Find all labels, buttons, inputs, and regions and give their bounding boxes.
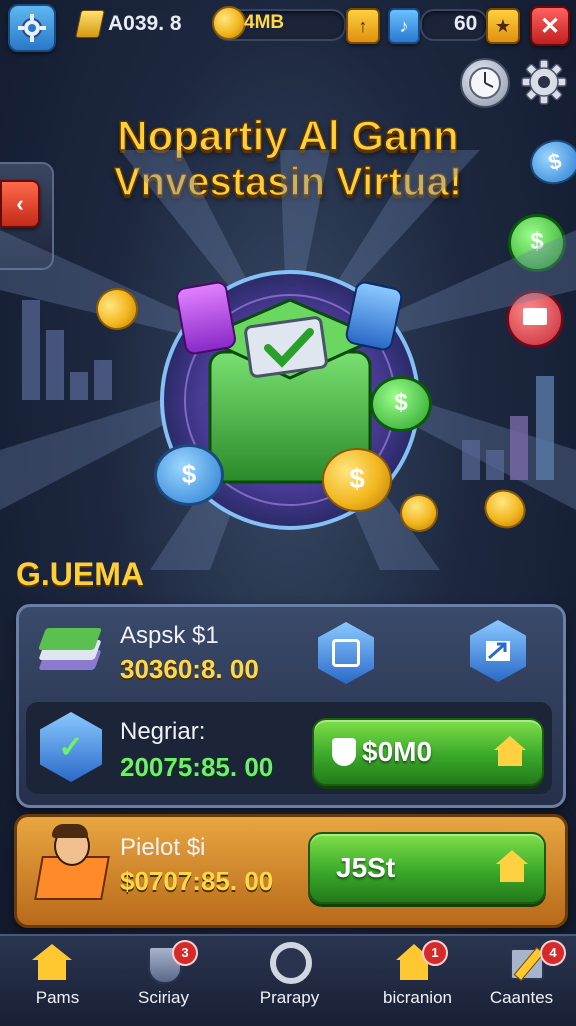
star-icon: ★ (494, 15, 512, 36)
card-2-button-label: $0M0 (362, 736, 433, 767)
card-3-action-button[interactable]: J5St (308, 832, 546, 904)
balance-2-text: 4MB (244, 12, 285, 33)
trend-arrow-icon (486, 641, 510, 661)
green-dollar-coin-icon: $ (370, 376, 432, 432)
nav-item-bicranion[interactable]: 1 bicranion (360, 936, 475, 1026)
count-text: 60 (454, 12, 478, 35)
nav-item-sciriay[interactable]: 3 Sciriay (106, 936, 221, 1026)
card-3-value: $0707:85. 00 (120, 866, 274, 896)
shield-icon (332, 738, 356, 766)
nav-label: Prarapy (259, 988, 320, 1007)
timer-icon (332, 639, 360, 667)
notification-badge: 1 (422, 940, 448, 966)
nav-label: Caantes (489, 988, 554, 1007)
gear-icon (18, 14, 46, 42)
nav-item-pams[interactable]: Pams (0, 936, 115, 1026)
card-2-label: Negriar: (120, 718, 206, 745)
arrow-up-icon: ↑ (358, 15, 368, 36)
house-icon (494, 736, 526, 750)
nav-item-prarapy[interactable]: Prarapy (232, 936, 347, 1026)
ring-icon (270, 942, 312, 984)
music-button[interactable]: ♪ (388, 8, 420, 44)
section-title: G.UEMA (16, 556, 144, 592)
card-1-value: 30360:8. 00 (120, 654, 259, 684)
orange-dollar-coin-icon: $ (322, 448, 392, 512)
card-3-button-label: J5St (336, 852, 396, 883)
gear-icon (521, 59, 567, 105)
profile-settings-button[interactable] (8, 4, 56, 52)
stacked-cards-icon (37, 622, 104, 682)
card-1-label: Aspsk $1 (120, 622, 219, 649)
ticket-icon (75, 10, 105, 38)
star-button[interactable]: ★ (486, 8, 520, 44)
close-button[interactable]: ✕ (530, 6, 570, 46)
card-2-action-button[interactable]: $0M0 (312, 718, 544, 786)
right-bar-graph (462, 370, 562, 480)
card-3-label: Pielot $i (120, 834, 206, 861)
music-note-icon: ♪ (399, 15, 409, 36)
close-icon: ✕ (539, 12, 561, 40)
clock-button[interactable] (460, 58, 510, 108)
settings-button[interactable] (520, 58, 568, 106)
avatar (34, 824, 110, 900)
bottom-nav: Pams 3 Sciriay Prarapy 1 bicranion 4 Caa… (0, 934, 576, 1026)
nav-item-caantes[interactable]: 4 Caantes (464, 936, 576, 1026)
notification-badge: 4 (540, 940, 566, 966)
clock-icon (469, 67, 501, 99)
coin-icon (212, 6, 246, 40)
upgrade-button[interactable]: ↑ (346, 8, 380, 44)
notification-badge: 3 (172, 940, 198, 966)
house-icon (496, 850, 528, 864)
nav-label: Pams (35, 988, 80, 1007)
nav-label: Sciriay (137, 988, 189, 1007)
balance-1-text: A039. 8 (108, 12, 182, 35)
house-icon (32, 944, 72, 960)
blue-dollar-coin-icon: $ (154, 444, 224, 506)
card-2-value: 20075:85. 00 (120, 752, 274, 782)
top-bar: A039. 8 4MB ↑ ♪ 60 ★ ✕ (0, 0, 576, 52)
nav-label: bicranion (383, 988, 452, 1007)
